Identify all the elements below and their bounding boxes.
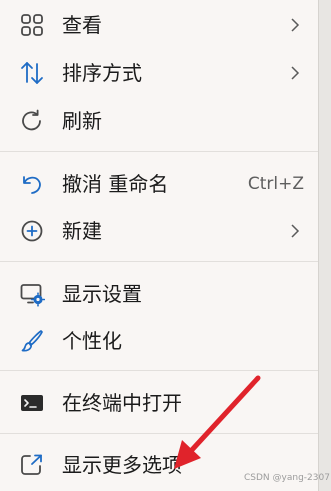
menu-item-label: 排序方式	[62, 61, 142, 85]
chevron-right-icon	[288, 16, 302, 34]
sort-arrows-icon	[19, 60, 45, 86]
menu-item-open-in-terminal[interactable]: 在终端中打开	[0, 379, 318, 425]
menu-item-display-settings[interactable]: 显示设置	[0, 270, 318, 316]
keyboard-shortcut: Ctrl+Z	[247, 174, 304, 194]
menu-item-label: 新建	[62, 219, 102, 243]
menu-item-label: 个性化	[62, 329, 122, 353]
refresh-icon	[19, 108, 45, 134]
menu-item-label: 显示设置	[62, 282, 142, 306]
menu-separator	[0, 261, 318, 262]
menu-item-undo-rename[interactable]: 撤消 重命名 Ctrl+Z	[0, 160, 318, 206]
menu-separator	[0, 433, 318, 434]
menu-separator	[0, 151, 318, 152]
chevron-right-icon	[288, 222, 302, 240]
watermark: CSDN @yang-2307	[244, 473, 330, 483]
menu-item-refresh[interactable]: 刷新	[0, 97, 318, 143]
menu-item-label: 在终端中打开	[62, 391, 182, 415]
paintbrush-icon	[19, 328, 45, 354]
menu-item-label: 显示更多选项	[62, 453, 182, 477]
display-settings-icon	[19, 281, 45, 307]
menu-item-label: 撤消 重命名	[62, 172, 169, 196]
menu-item-label: 刷新	[62, 109, 102, 133]
plus-circle-icon	[19, 218, 45, 244]
chevron-right-icon	[288, 64, 302, 82]
context-menu: 查看 排序方式 刷新 撤消 重命名 Ctrl+Z 新建 显示设置 个性化 在终端…	[0, 0, 318, 491]
undo-icon	[19, 171, 45, 197]
menu-item-sort-by[interactable]: 排序方式	[0, 49, 318, 95]
terminal-icon	[19, 390, 45, 416]
window-edge	[318, 0, 331, 491]
menu-item-view[interactable]: 查看	[0, 1, 318, 47]
menu-item-label: 查看	[62, 13, 102, 37]
menu-separator	[0, 370, 318, 371]
menu-item-personalize[interactable]: 个性化	[0, 317, 318, 363]
show-more-options-icon	[19, 452, 45, 478]
menu-item-new[interactable]: 新建	[0, 207, 318, 253]
grid-view-icon	[19, 12, 45, 38]
